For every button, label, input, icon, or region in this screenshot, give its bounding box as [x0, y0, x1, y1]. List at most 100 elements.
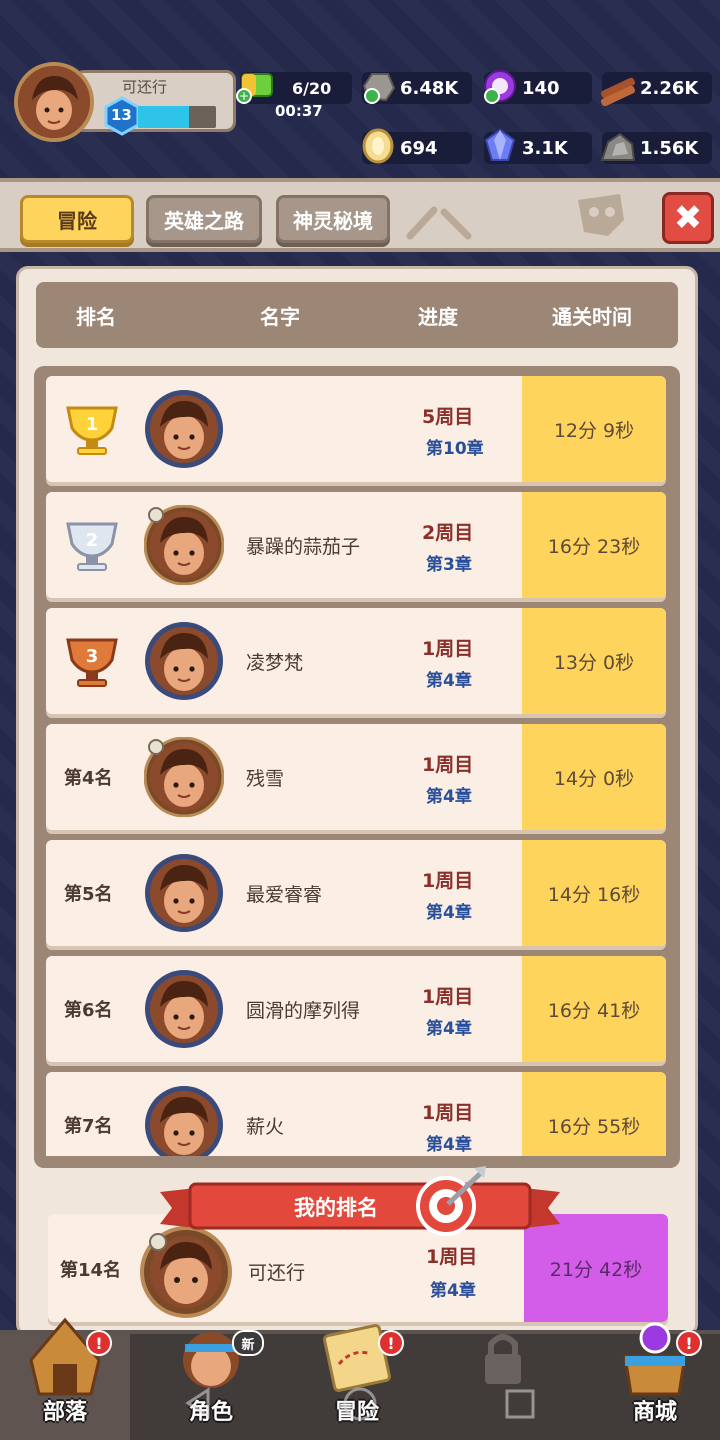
stone-resource[interactable]: 6.48K [362, 72, 472, 104]
energy-resource[interactable]: + 6/20 [236, 72, 352, 104]
clear-time-cell: 13分 0秒 [522, 608, 666, 714]
clear-time-cell: 16分 41秒 [522, 956, 666, 1062]
my-cycle: 1周目 [426, 1246, 478, 1268]
tab-spirit-realm-label: 神灵秘境 [293, 208, 373, 233]
progress-cycle: 1周目 [422, 754, 474, 776]
orb-resource[interactable]: 140 [484, 70, 592, 104]
target-icon [416, 1166, 486, 1236]
energy-timer: 00:37 [275, 102, 323, 120]
my-time: 21分 42秒 [549, 1258, 643, 1281]
my-rank-title: 我的排名 [294, 1196, 378, 1220]
trophy-number: 1 [86, 414, 99, 435]
nav-item-shop[interactable]: ! 商城 [590, 1322, 720, 1440]
trophy-number: 3 [86, 646, 99, 667]
player-avatar-icon [144, 505, 224, 585]
tab-hero-road[interactable]: 英雄之路 [146, 195, 262, 243]
notification-badge: ! [378, 1330, 404, 1356]
clear-time: 12分 9秒 [553, 419, 635, 442]
progress-chapter: 第4章 [426, 1135, 472, 1155]
nav-item-lock[interactable] [438, 1334, 568, 1440]
rank-text: 第5名 [64, 884, 113, 905]
header-time: 通关时间 [552, 304, 632, 329]
progress-chapter: 第4章 [426, 903, 472, 923]
table-row[interactable]: 第5名 最爱睿睿 1周目 第4章 14分 16秒 [46, 840, 666, 946]
player-avatar-icon [145, 970, 223, 1048]
clear-time: 13分 0秒 [553, 651, 635, 674]
close-icon: ✖ [673, 198, 703, 238]
nav-label: 部落 [42, 1400, 87, 1425]
player-avatar-icon [145, 854, 223, 932]
orb-value: 140 [522, 77, 560, 99]
silver-trophy-icon: 2 [66, 522, 118, 571]
energy-value: 6/20 [292, 78, 332, 98]
table-row[interactable]: 第6名 圆滑的摩列得 1周目 第4章 16分 41秒 [46, 956, 666, 1062]
purple-orb-icon [484, 70, 516, 104]
my-name: 可还行 [248, 1262, 306, 1284]
progress-cycle: 1周目 [422, 638, 474, 660]
clear-time: 14分 16秒 [547, 883, 641, 906]
progress-chapter: 第4章 [426, 1019, 472, 1039]
gold-trophy-icon: 1 [66, 406, 118, 455]
tribe-hut-icon [29, 1317, 101, 1396]
gem-resource[interactable]: 3.1K [484, 128, 592, 164]
clear-time: 16分 23秒 [547, 535, 641, 558]
clear-time-cell: 16分 55秒 [522, 1072, 666, 1156]
recents-icon[interactable] [504, 1388, 536, 1420]
bone-decoration-icon [406, 206, 472, 240]
player-name: 残雪 [246, 768, 285, 790]
player-name: 暴躁的蒜茄子 [246, 536, 361, 558]
tab-bar: 冒险 英雄之路 神灵秘境 ✖ [0, 178, 720, 252]
table-row[interactable]: 1 5周目第10章 12分 9秒 [46, 376, 666, 482]
tab-adventure[interactable]: 冒险 [20, 195, 134, 243]
table-row[interactable]: 2 暴躁的蒜茄子 2周目 第3章 16分 23秒 [46, 492, 666, 598]
leaderboard-list-inner: 1 5周目 第10章 12分 9秒 2 暴躁的蒜茄子 2周目 第3章 16分 23秒 3 凌梦梵 1周… [46, 376, 668, 1156]
table-row[interactable]: 3 凌梦梵 1周目第4章 13分 0秒 [46, 608, 666, 714]
wood-resource[interactable]: 2.26K [600, 72, 712, 106]
notification-badge: ! [676, 1330, 702, 1356]
notification-badge: ! [86, 1330, 112, 1356]
clear-time-cell: 14分 0秒 [522, 724, 666, 830]
lock-icon [485, 1334, 521, 1384]
back-icon[interactable] [182, 1386, 216, 1420]
my-avatar [140, 1226, 232, 1318]
clear-time-cell: 16分 23秒 [522, 492, 666, 598]
table-row[interactable]: 第4名 残雪 1周目 第4章 14分 0秒 [46, 724, 666, 830]
progress-cycle: 1周目 [422, 1102, 474, 1124]
player-name: 凌梦梵 [246, 652, 304, 674]
nav-item-tribe-hut[interactable]: ! 部落 [0, 1317, 130, 1440]
progress-cycle: 5周目 [422, 406, 474, 428]
tab-adventure-label: 冒险 [57, 208, 97, 233]
ore-value: 1.56K [640, 137, 699, 159]
tab-spirit-realm[interactable]: 神灵秘境 [276, 195, 390, 243]
player-level: 13 [111, 106, 132, 124]
progress-chapter: 第4章 [426, 671, 472, 691]
trophy-number: 2 [86, 530, 99, 551]
stone-icon [362, 73, 396, 104]
header-progress: 进度 [418, 304, 458, 329]
rank-text: 第6名 [64, 1000, 113, 1021]
header-name: 名字 [260, 304, 300, 329]
player-avatar-icon [145, 622, 223, 700]
nav-label: 商城 [632, 1400, 677, 1425]
ore-resource[interactable]: 1.56K [600, 132, 712, 164]
wood-logs-icon [600, 77, 636, 106]
shop-icon [623, 1322, 687, 1396]
leaderboard-list[interactable]: 1 5周目 第10章 12分 9秒 2 暴躁的蒜茄子 2周目 第3章 16分 23秒 3 凌梦梵 1周… [34, 366, 680, 1168]
home-icon[interactable] [342, 1386, 378, 1422]
clear-time-cell: 12分 9秒 [522, 376, 666, 482]
notification-badge: 新 [232, 1330, 264, 1356]
header-rank: 排名 [76, 304, 116, 329]
clear-time: 14分 0秒 [553, 767, 635, 790]
table-header: 排名 名字 进度 通关时间 [36, 282, 678, 348]
my-rank-ribbon: 我的排名 [160, 1166, 560, 1238]
table-row[interactable]: 第7名 薪火 1周目 第4章 16分 55秒 [46, 1072, 666, 1156]
bone-coin-icon [362, 128, 394, 164]
ore-icon [600, 132, 636, 161]
blue-gem-icon [484, 128, 516, 161]
bone-resource[interactable]: 694 [362, 128, 472, 164]
skull-decoration-icon [578, 194, 624, 236]
progress-cycle: 1周目 [422, 870, 474, 892]
close-button[interactable]: ✖ [662, 192, 714, 244]
player-avatar[interactable] [14, 62, 94, 142]
progress-chapter: 第10章 [426, 439, 484, 459]
